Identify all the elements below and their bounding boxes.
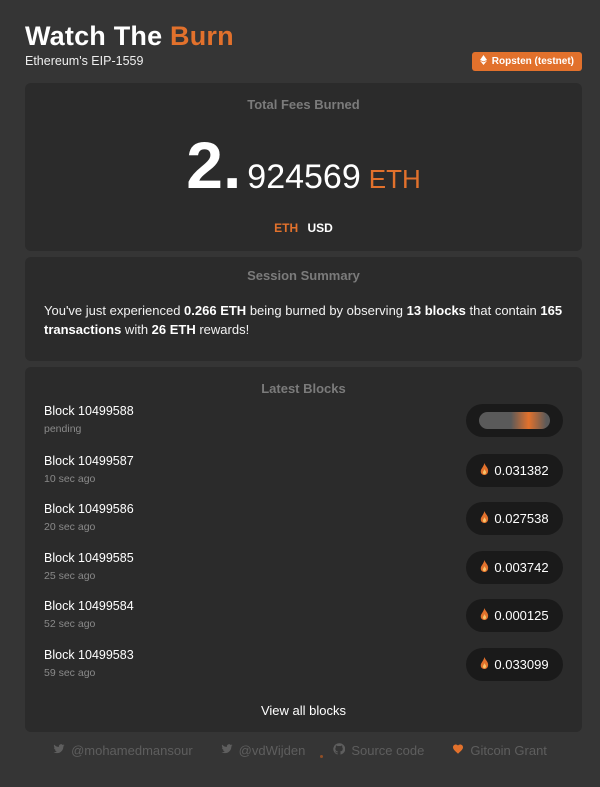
footer-link-vdwijden[interactable]: @vdWijden [221,741,305,759]
flame-icon [480,511,489,526]
flame-icon [480,608,489,623]
burned-amount: 0.003742 [494,560,549,575]
block-row[interactable]: Block 10499587 10 sec ago 0.031382 [44,454,563,494]
block-age: 10 sec ago [44,473,96,485]
total-fees-value: 2. 924569 ETH [25,125,582,205]
latest-blocks-card: Latest Blocks Block 10499588 pending Blo… [25,367,582,732]
block-age: 59 sec ago [44,667,96,679]
footer-link-gitcoin-grant[interactable]: Gitcoin Grant [452,741,547,759]
session-summary-card: Session Summary You've just experienced … [25,257,582,361]
block-number: Block 10499583 [44,648,134,662]
block-row[interactable]: Block 10499583 59 sec ago 0.033099 [44,648,563,688]
block-number: Block 10499588 [44,404,134,418]
block-row[interactable]: Block 10499588 pending [44,404,563,444]
fees-integer: 2. [186,128,242,202]
burned-amount: 0.033099 [494,657,549,672]
burned-amount: 0.027538 [494,511,549,526]
fees-unit: ETH [368,164,421,194]
block-age: 25 sec ago [44,570,96,582]
pending-progress-bar [479,412,550,429]
network-badge[interactable]: Ropsten (testnet) [471,52,582,71]
flame-icon [480,560,489,575]
toggle-usd[interactable]: USD [308,221,333,235]
burned-amount: 0.000125 [494,608,549,623]
block-burn-pill: 0.027538 [466,502,563,535]
block-number: Block 10499587 [44,454,134,468]
block-age: pending [44,423,82,435]
fees-decimal: 924569 [247,158,361,196]
block-row[interactable]: Block 10499584 52 sec ago 0.000125 [44,599,563,639]
block-number: Block 10499585 [44,551,134,565]
block-burn-pill: 0.031382 [466,454,563,487]
block-burn-pill [466,404,563,437]
block-row[interactable]: Block 10499585 25 sec ago 0.003742 [44,551,563,591]
block-age: 20 sec ago [44,521,96,533]
block-number: Block 10499584 [44,599,134,613]
header: Watch The Burn Ethereum's EIP-1559 Ropst… [25,20,582,76]
twitter-icon [53,743,65,758]
latest-blocks-title: Latest Blocks [261,381,346,396]
twitter-icon [221,743,233,758]
burned-amount: 0.031382 [494,463,549,478]
block-burn-pill: 0.033099 [466,648,563,681]
total-fees-card: Total Fees Burned 2. 924569 ETH ETH USD [25,83,582,251]
network-label: Ropsten (testnet) [491,56,574,67]
session-summary-title: Session Summary [247,268,360,283]
flame-icon [480,463,489,478]
footer-link-mohamedmansour[interactable]: @mohamedmansour [53,741,193,759]
block-burn-pill: 0.003742 [466,551,563,584]
unit-toggle: ETH USD [25,221,582,235]
view-all-blocks-link[interactable]: View all blocks [25,703,582,718]
heart-icon [452,743,464,758]
block-age: 52 sec ago [44,618,96,630]
app-title: Watch The Burn [25,21,234,51]
flame-icon [480,657,489,672]
toggle-eth[interactable]: ETH [274,221,298,235]
footer: @mohamedmansour @vdWijden Source code Gi… [0,741,600,759]
block-burn-pill: 0.000125 [466,599,563,632]
github-icon [333,742,346,758]
session-summary-text: You've just experienced 0.266 ETH being … [44,303,563,337]
total-fees-title: Total Fees Burned [247,97,360,112]
block-row[interactable]: Block 10499586 20 sec ago 0.027538 [44,502,563,542]
footer-link-source-code[interactable]: Source code [333,741,424,759]
ethereum-icon [479,55,487,68]
block-number: Block 10499586 [44,502,134,516]
